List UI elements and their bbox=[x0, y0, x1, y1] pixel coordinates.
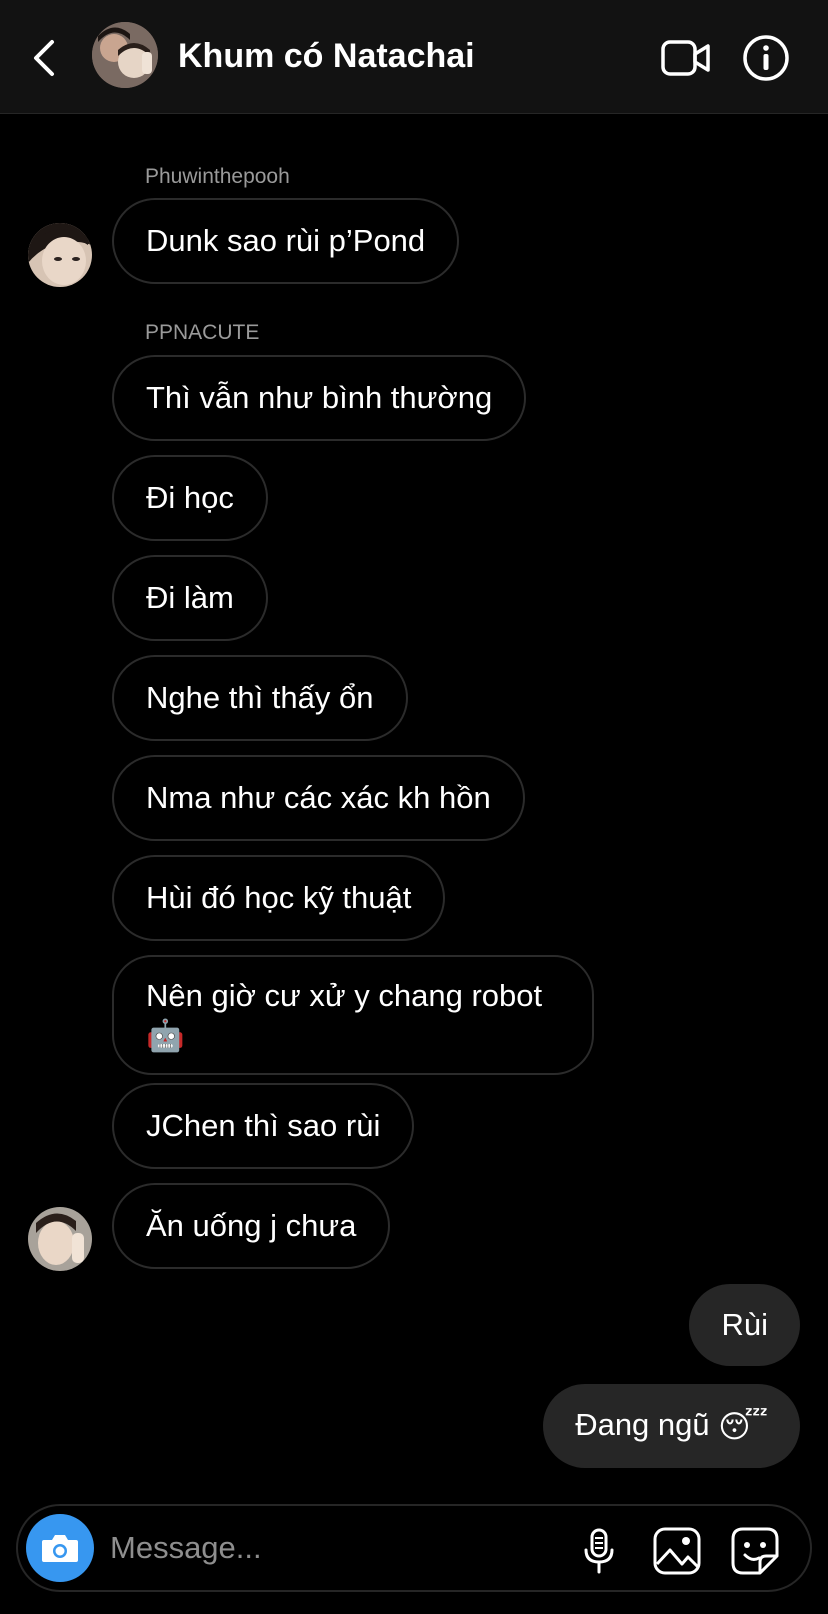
outgoing-message-bubble[interactable]: Rùi bbox=[689, 1284, 800, 1366]
message-text: Đang ngũ bbox=[575, 1407, 710, 1442]
message-bubble[interactable]: Đi học bbox=[112, 455, 268, 541]
outgoing-message-bubble[interactable]: Đang ngũ 😴 bbox=[543, 1384, 800, 1468]
message-bubble[interactable]: Nma như các xác kh hồn bbox=[112, 755, 525, 841]
message-bubble[interactable]: Nghe thì thấy ổn bbox=[112, 655, 408, 741]
message-composer bbox=[16, 1504, 812, 1592]
robot-emoji-icon: 🤖 bbox=[146, 1017, 185, 1053]
sender-avatar-phuwin[interactable] bbox=[28, 223, 92, 287]
message-bubble[interactable]: Đi làm bbox=[112, 555, 268, 641]
video-camera-icon bbox=[661, 40, 710, 76]
chevron-left-icon bbox=[34, 40, 54, 76]
sender-name: Phuwinthepooh bbox=[145, 165, 290, 188]
microphone-button[interactable] bbox=[574, 1526, 624, 1576]
info-button[interactable] bbox=[742, 34, 790, 82]
chat-header: Khum có Natachai bbox=[0, 0, 828, 114]
group-avatar[interactable] bbox=[92, 22, 158, 88]
sleeping-emoji-icon: 😴 bbox=[718, 1408, 768, 1444]
camera-icon bbox=[42, 1535, 78, 1562]
message-bubble[interactable]: Ăn uống j chưa bbox=[112, 1183, 391, 1269]
microphone-icon bbox=[584, 1528, 614, 1574]
back-button[interactable] bbox=[28, 36, 64, 80]
message-bubble[interactable]: Hùi đó học kỹ thuật bbox=[112, 855, 446, 941]
sender-name: PPNACUTE bbox=[145, 321, 260, 344]
message-bubble[interactable]: Dunk sao rùi p’Pond bbox=[112, 198, 460, 284]
sticker-icon bbox=[731, 1527, 779, 1575]
camera-button[interactable] bbox=[26, 1514, 94, 1582]
message-bubble[interactable]: Thì vẫn như bình thường bbox=[112, 355, 527, 441]
gallery-button[interactable] bbox=[652, 1526, 702, 1576]
image-gallery-icon bbox=[653, 1527, 701, 1575]
message-bubble[interactable]: Nên giờ cư xử y chang robot 🤖 bbox=[112, 955, 594, 1075]
info-icon bbox=[743, 35, 789, 81]
sticker-button[interactable] bbox=[730, 1526, 780, 1576]
chat-title[interactable]: Khum có Natachai bbox=[178, 36, 475, 76]
video-call-button[interactable] bbox=[660, 38, 712, 78]
message-text: Nên giờ cư xử y chang robot bbox=[146, 978, 543, 1013]
sender-avatar-ppnacute[interactable] bbox=[28, 1207, 92, 1271]
message-input[interactable] bbox=[110, 1524, 530, 1572]
message-bubble[interactable]: JChen thì sao rùi bbox=[112, 1083, 415, 1169]
